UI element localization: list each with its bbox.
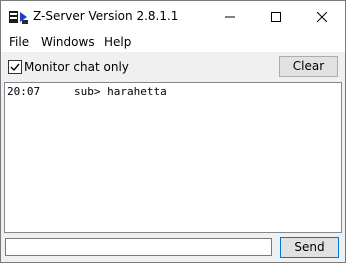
title-bar: Z-Server Version 2.8.1.1: [1, 1, 345, 32]
minimize-button[interactable]: [207, 1, 253, 32]
close-icon: [317, 11, 327, 22]
menu-bar: File Windows Help: [1, 32, 345, 52]
send-button[interactable]: Send: [280, 237, 339, 258]
window-title: Z-Server Version 2.8.1.1: [33, 9, 179, 23]
app-window: Z-Server Version 2.8.1.1 File Windows He…: [0, 0, 346, 263]
maximize-icon: [271, 11, 281, 22]
clear-button[interactable]: Clear: [279, 56, 338, 77]
menu-help[interactable]: Help: [104, 35, 131, 49]
toolbar: Monitor chat only Clear: [1, 52, 345, 82]
close-button[interactable]: [299, 1, 345, 32]
minimize-icon: [225, 16, 235, 17]
menu-file[interactable]: File: [9, 35, 29, 49]
maximize-button[interactable]: [253, 1, 299, 32]
composer-bar: Send: [1, 233, 345, 262]
monitor-chat-label[interactable]: Monitor chat only: [24, 60, 129, 74]
log-timestamp: 20:07: [7, 85, 41, 98]
log-row: 20:07 sub> harahetta: [7, 85, 341, 100]
monitor-chat-checkbox[interactable]: [8, 60, 22, 74]
message-input[interactable]: [5, 238, 272, 256]
menu-windows[interactable]: Windows: [41, 35, 95, 49]
checkmark-icon: [10, 63, 20, 72]
log-message: sub> harahetta: [74, 85, 167, 98]
chat-log[interactable]: 20:07 sub> harahetta: [4, 82, 342, 233]
app-icon: [9, 9, 29, 25]
